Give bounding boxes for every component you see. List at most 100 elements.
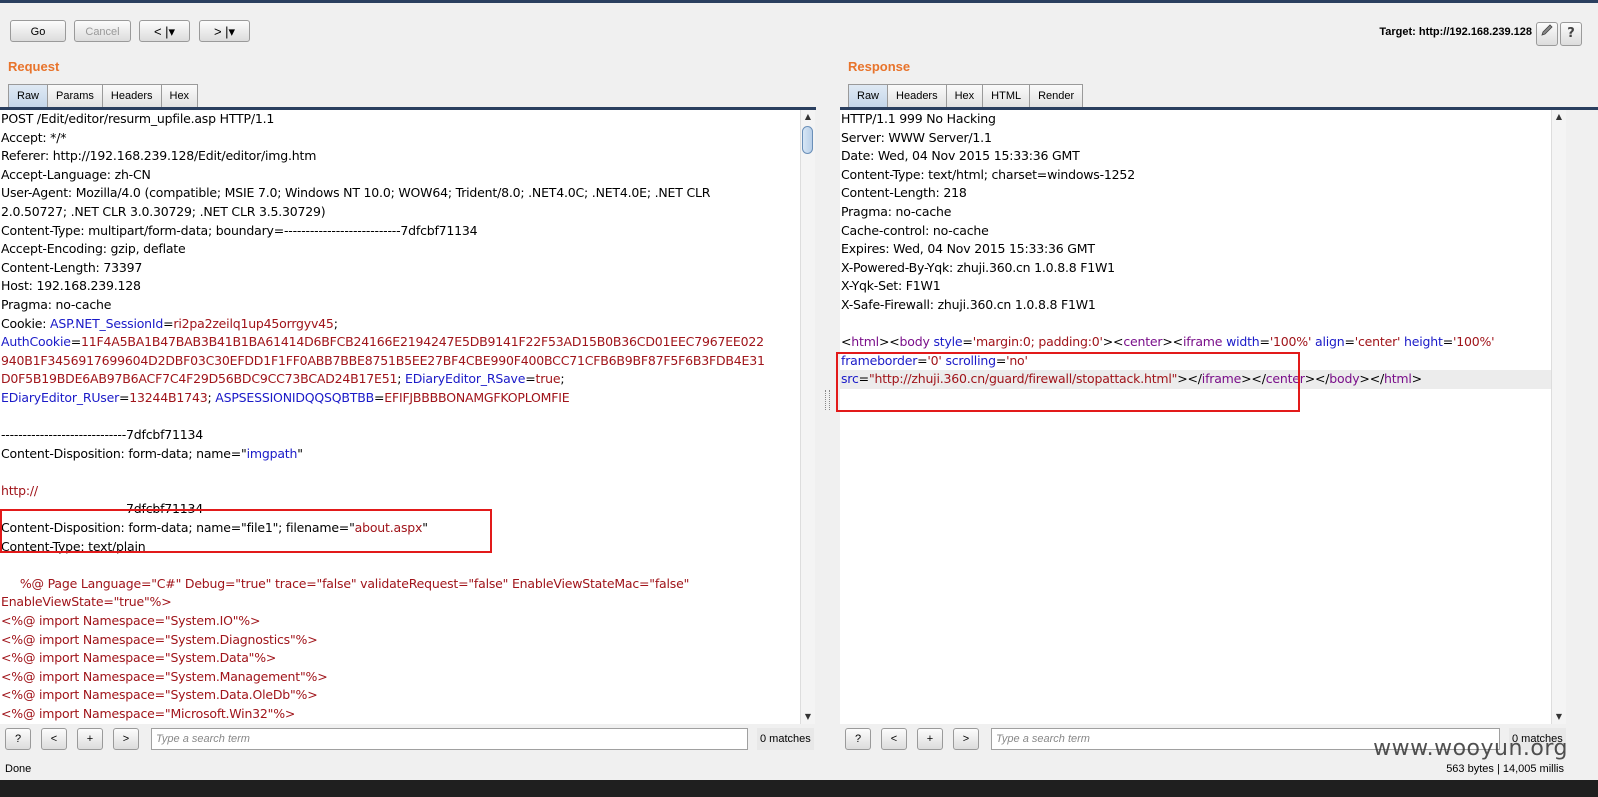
response-search-prev-button[interactable]: < bbox=[881, 728, 907, 750]
response-raw-line: Content-Type: text/html; charset=windows… bbox=[840, 166, 1551, 185]
request-raw-line: POST /Edit/editor/resurm_upfile.asp HTTP… bbox=[0, 110, 800, 129]
watermark: www.wooyun.org bbox=[1373, 736, 1568, 761]
scroll-up-icon[interactable]: ▲ bbox=[1552, 110, 1566, 124]
request-raw-line: <%@ import Namespace="System.Management"… bbox=[0, 668, 800, 687]
response-raw-token: iframe bbox=[1182, 334, 1223, 350]
request-raw-token: <%@ import Namespace="System.Diagnostics… bbox=[1, 631, 318, 647]
request-raw-token: " bbox=[297, 445, 303, 461]
request-raw-line: 940B1F3456917699604D2DBF03C30EFDD1F1FF0A… bbox=[0, 352, 800, 371]
request-search-next-button[interactable]: > bbox=[113, 728, 139, 750]
response-raw-token: X-Safe-Firewall: zhuji.360.cn 1.0.8.8 F1… bbox=[841, 296, 1096, 312]
request-raw-token: = bbox=[70, 334, 82, 350]
response-raw-line: X-Safe-Firewall: zhuji.360.cn 1.0.8.8 F1… bbox=[840, 296, 1551, 315]
response-tab-raw[interactable]: Raw bbox=[848, 84, 889, 107]
scroll-down-icon[interactable]: ▼ bbox=[801, 710, 815, 724]
request-raw-token: ; bbox=[397, 371, 406, 387]
request-raw-token: EDiaryEditor_RUser bbox=[1, 389, 120, 405]
response-tab-html[interactable]: HTML bbox=[982, 84, 1031, 107]
response-raw-token: Pragma: no-cache bbox=[841, 203, 952, 219]
toolbar: Go Cancel < |▾ > |▾ Target: http://192.1… bbox=[0, 20, 1598, 50]
request-raw-token: ASPSESSIONIDQQSQBTBB bbox=[215, 389, 374, 405]
target-label[interactable]: Target: http://192.168.239.128 bbox=[1379, 26, 1532, 38]
response-raw-line: <html><body style='margin:0; padding:0'>… bbox=[840, 333, 1551, 352]
request-matches-count: 0 matches bbox=[757, 728, 814, 750]
request-raw-token: ri2pa2zeilq1up45orrgyv45 bbox=[173, 315, 334, 331]
request-scrollbar[interactable]: ▲ ▼ bbox=[800, 110, 815, 724]
request-raw-token: http:// bbox=[1, 482, 38, 498]
request-raw-line: <%@ import Namespace="System.Diagnostics… bbox=[0, 631, 800, 650]
response-raw-line: Content-Length: 218 bbox=[840, 184, 1551, 203]
response-tab-render[interactable]: Render bbox=[1029, 84, 1084, 107]
request-raw-token: Content-Disposition: form-data; name=" bbox=[1, 445, 247, 461]
response-raw-token: >< bbox=[1162, 334, 1183, 350]
status-text: Done bbox=[5, 763, 32, 775]
pane-splitter[interactable] bbox=[824, 50, 830, 754]
response-search-help-button[interactable]: ? bbox=[845, 728, 871, 750]
request-raw-token: ASP.NET_SessionId bbox=[50, 315, 164, 331]
forward-button[interactable]: > |▾ bbox=[199, 20, 250, 42]
request-tab-headers[interactable]: Headers bbox=[101, 84, 162, 107]
response-title: Response bbox=[848, 59, 911, 74]
response-raw-token: 'margin:0; padding:0' bbox=[972, 334, 1103, 350]
response-raw-line: Date: Wed, 04 Nov 2015 15:33:36 GMT bbox=[840, 147, 1551, 166]
response-scrollbar[interactable]: ▲ ▼ bbox=[1551, 110, 1566, 724]
request-tab-hex[interactable]: Hex bbox=[160, 84, 199, 107]
request-raw-line: EnableViewState="true"%> bbox=[0, 593, 800, 612]
request-filename-highlight-box bbox=[0, 509, 492, 553]
response-search-next-button[interactable]: > bbox=[953, 728, 979, 750]
scroll-down-icon[interactable]: ▼ bbox=[1552, 710, 1566, 724]
back-button[interactable]: < |▾ bbox=[139, 20, 190, 42]
response-raw-token: X-Powered-By-Yqk: zhuji.360.cn 1.0.8.8 F… bbox=[841, 259, 1115, 275]
request-raw-line: Cookie: ASP.NET_SessionId=ri2pa2zeilq1up… bbox=[0, 315, 800, 334]
response-raw-token: width bbox=[1226, 334, 1260, 350]
response-raw-line: X-Powered-By-Yqk: zhuji.360.cn 1.0.8.8 F… bbox=[840, 259, 1551, 278]
request-raw-token: <%@ import Namespace="System.Management"… bbox=[1, 668, 328, 684]
request-raw-token: = bbox=[525, 371, 536, 387]
request-raw-line: 2.0.50727; .NET CLR 3.0.30729; .NET CLR … bbox=[0, 203, 800, 222]
response-raw-line: Pragma: no-cache bbox=[840, 203, 1551, 222]
response-search-add-button[interactable]: + bbox=[917, 728, 943, 750]
request-search-add-button[interactable]: + bbox=[77, 728, 103, 750]
request-raw-line: D0F5B19BDE6AB97B6ACF7C4F29D56BDC9CC73BCA… bbox=[0, 370, 800, 389]
response-raw-token: '100%' bbox=[1269, 334, 1312, 350]
go-button[interactable]: Go bbox=[10, 20, 66, 42]
response-editor[interactable]: HTTP/1.1 999 No Hacking Server: WWW Serve… bbox=[840, 110, 1551, 724]
request-raw-line: Content-Disposition: form-data; name="im… bbox=[0, 445, 800, 464]
request-raw-token: <%@ import Namespace="System.Data.OleDb"… bbox=[1, 687, 318, 703]
scroll-up-icon[interactable]: ▲ bbox=[801, 110, 815, 124]
request-tab-params[interactable]: Params bbox=[47, 84, 103, 107]
request-raw-line: <%@ import Namespace="System.IO"%> bbox=[0, 612, 800, 631]
request-raw-token: <%@ import Namespace="System.IO"%> bbox=[1, 613, 261, 629]
request-raw-token: 940B1F3456917699604D2DBF03C30EFDD1F1FF0A… bbox=[1, 352, 765, 368]
response-raw-token: html bbox=[1383, 371, 1412, 387]
request-raw-token: Content-Type: multipart/form-data; bound… bbox=[1, 222, 478, 238]
request-editor[interactable]: POST /Edit/editor/resurm_upfile.asp HTTP… bbox=[0, 110, 800, 724]
response-raw-line: HTTP/1.1 999 No Hacking bbox=[840, 110, 1551, 129]
cancel-button[interactable]: Cancel bbox=[74, 20, 131, 42]
request-raw-token: ; bbox=[560, 371, 565, 387]
response-tab-headers[interactable]: Headers bbox=[887, 84, 947, 107]
response-raw-token: > bbox=[1411, 371, 1422, 387]
request-search-input[interactable]: Type a search term bbox=[151, 728, 748, 750]
request-tab-raw[interactable]: Raw bbox=[8, 84, 49, 107]
response-raw-token: ></ bbox=[1359, 371, 1384, 387]
request-raw-token: Host: 192.168.239.128 bbox=[1, 278, 141, 294]
request-search-prev-button[interactable]: < bbox=[41, 728, 67, 750]
help-icon[interactable]: ? bbox=[1560, 22, 1582, 46]
splitter-grip-icon[interactable] bbox=[825, 390, 830, 410]
request-raw-line: Host: 192.168.239.128 bbox=[0, 277, 800, 296]
response-raw-token: Server: WWW Server/1.1 bbox=[841, 129, 992, 145]
pencil-icon[interactable] bbox=[1536, 22, 1558, 46]
request-search-help-button[interactable]: ? bbox=[5, 728, 31, 750]
response-raw-token: X-Yqk-Set: F1W1 bbox=[841, 278, 941, 294]
request-scroll-thumb[interactable] bbox=[802, 126, 813, 154]
response-tab-hex[interactable]: Hex bbox=[945, 84, 984, 107]
response-raw-token: HTTP/1.1 999 No Hacking bbox=[841, 111, 996, 126]
window-top-border bbox=[0, 0, 1598, 3]
response-raw-token: = bbox=[1442, 334, 1453, 350]
response-raw-token: = bbox=[962, 334, 973, 350]
response-raw-token: ></ bbox=[1304, 371, 1330, 387]
request-raw-token: Cookie: bbox=[1, 315, 51, 331]
request-raw-token: 13244B1743 bbox=[129, 389, 208, 405]
request-raw-token: true bbox=[535, 371, 561, 387]
